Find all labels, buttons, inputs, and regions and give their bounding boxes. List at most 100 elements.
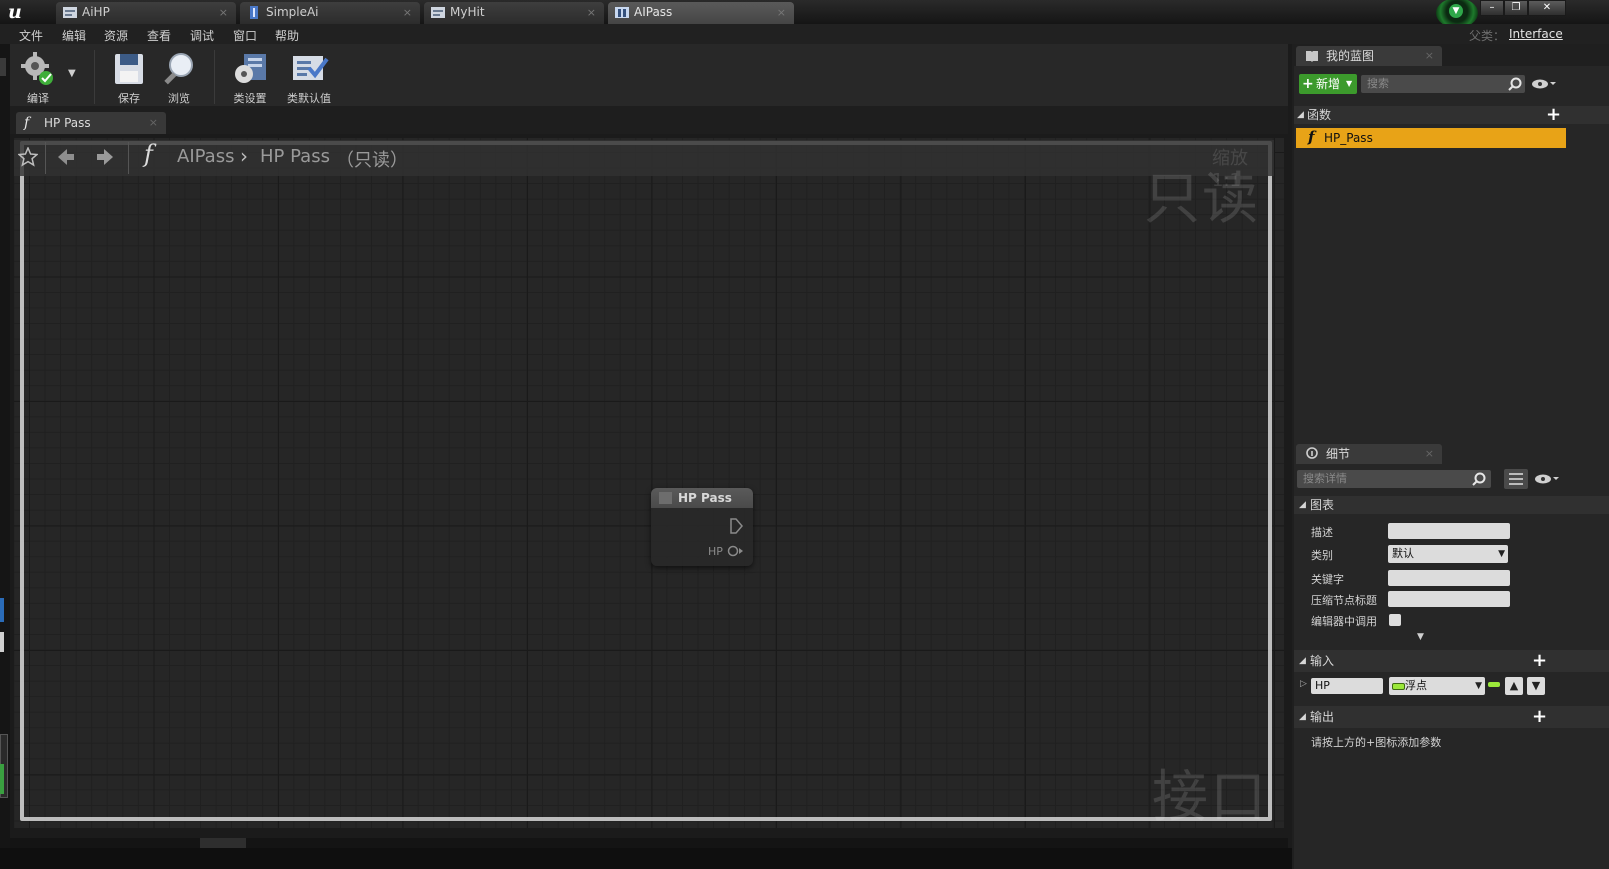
close-icon[interactable]: × <box>777 2 786 23</box>
close-icon[interactable]: × <box>587 2 596 23</box>
add-function-button[interactable]: + <box>1546 106 1561 124</box>
readonly-watermark: 只读 <box>1144 167 1260 232</box>
save-button[interactable]: 保存 <box>108 50 150 106</box>
graph-breadcrumb-bar: f AIPass › HP Pass （只读） 缩放1:1 <box>14 140 1274 191</box>
chevron-down-icon: ▼ <box>1449 4 1463 18</box>
search-icon <box>1472 472 1486 486</box>
scrollbar-thumb[interactable] <box>200 838 246 848</box>
graph-tab-hp-pass[interactable]: f HP Pass × <box>16 112 166 134</box>
description-label: 描述 <box>1311 526 1333 539</box>
graph-horizontal-scrollbar[interactable] <box>10 838 1288 848</box>
doc-tab-myhit[interactable]: MyHit × <box>424 2 604 24</box>
compile-gear-icon <box>21 52 53 85</box>
inputs-section-header[interactable]: ◢ 输入 + <box>1294 650 1609 672</box>
class-settings-icon <box>235 54 266 83</box>
class-defaults-button[interactable]: 类默认值 <box>282 50 336 106</box>
collapse-triangle-icon: ◢ <box>1297 110 1304 120</box>
menu-item-debug[interactable]: 调试 <box>190 27 214 44</box>
menu-item-view[interactable]: 查看 <box>147 27 171 44</box>
pass-by-value-icon <box>1488 682 1500 687</box>
doc-tab-simpleai[interactable]: SimpleAi × <box>240 2 420 24</box>
graph-type-watermark: 接口 <box>1152 765 1268 830</box>
forward-arrow-icon[interactable] <box>95 147 115 167</box>
description-field[interactable] <box>1388 523 1510 539</box>
input-type-dropdown[interactable]: 浮点 ▼ <box>1389 677 1485 695</box>
doc-tab-label: AiHP <box>82 5 110 19</box>
view-options-eye-icon[interactable] <box>1531 78 1557 90</box>
graph-tab-strip: f HP Pass × <box>10 106 1288 134</box>
menu-bar: 文件 编辑 资源 查看 调试 窗口 帮助 父类： Interface <box>0 24 1609 44</box>
interface-blueprint-icon <box>615 7 629 18</box>
details-search-input[interactable]: 搜索详情 <box>1297 470 1491 488</box>
function-list-item[interactable]: f HP_Pass <box>1296 128 1566 148</box>
toolbar-separator <box>94 50 95 104</box>
unreal-logo-icon[interactable]: u <box>8 1 34 23</box>
doc-tab-aipass[interactable]: AIPass × <box>608 2 794 24</box>
add-input-button[interactable]: + <box>1532 652 1547 670</box>
function-entry-node[interactable]: HP Pass HP <box>651 488 753 566</box>
menu-item-help[interactable]: 帮助 <box>275 27 299 44</box>
tab-details[interactable]: 细节 × <box>1296 444 1442 464</box>
add-new-button[interactable]: + 新增 ▼ <box>1299 74 1357 94</box>
class-settings-button[interactable]: 类设置 <box>226 50 274 106</box>
compact-title-field[interactable] <box>1388 591 1510 607</box>
chevron-down-icon: ▼ <box>1346 79 1353 88</box>
graph-section-label: 图表 <box>1310 498 1335 512</box>
graph-tab-label: HP Pass <box>44 116 91 130</box>
save-icon <box>115 54 143 84</box>
tab-my-blueprint[interactable]: 我的蓝图 × <box>1296 46 1442 66</box>
category-dropdown[interactable]: 默认 ▼ <box>1388 545 1508 563</box>
graph-section-header[interactable]: ◢ 图表 <box>1294 496 1609 514</box>
exec-pin-icon[interactable] <box>729 518 743 534</box>
document-tab-bar: u AiHP × SimpleAi × MyHit × AIPass × ▼ –… <box>0 0 1609 28</box>
property-matrix-button[interactable] <box>1504 469 1528 489</box>
close-icon[interactable]: × <box>1425 444 1434 464</box>
class-defaults-label: 类默认值 <box>287 92 331 105</box>
compile-button[interactable]: 编译 <box>16 50 60 106</box>
outputs-section-header[interactable]: ◢ 输出 + <box>1294 706 1609 728</box>
keywords-field[interactable] <box>1388 570 1510 586</box>
doc-tab-aihp[interactable]: AiHP × <box>56 2 236 24</box>
dock-handle[interactable] <box>0 58 6 76</box>
plus-icon: + <box>1302 76 1314 92</box>
keywords-label: 关键字 <box>1311 573 1344 586</box>
close-window-button[interactable]: ✕ <box>1528 0 1566 16</box>
breadcrumb-separator <box>45 142 46 174</box>
close-icon[interactable]: × <box>1425 46 1434 66</box>
close-icon[interactable]: × <box>219 2 228 23</box>
parent-class-link[interactable]: Interface <box>1509 27 1563 41</box>
move-up-button[interactable]: ▲ <box>1505 677 1523 695</box>
expand-advanced-icon[interactable]: ▼ <box>1417 632 1424 642</box>
close-icon[interactable]: × <box>149 112 158 134</box>
functions-section-header[interactable]: ◢ 函数 + <box>1294 106 1609 124</box>
menu-item-edit[interactable]: 编辑 <box>62 27 86 44</box>
expand-param-icon[interactable]: ▷ <box>1300 679 1307 689</box>
back-arrow-icon[interactable] <box>56 147 76 167</box>
functions-section-label: 函数 <box>1307 108 1332 122</box>
minimize-button[interactable]: – <box>1480 0 1504 16</box>
breadcrumb-root[interactable]: AIPass <box>177 146 234 167</box>
input-name-field[interactable]: HP <box>1311 678 1383 694</box>
book-icon <box>1306 51 1318 62</box>
browse-label: 浏览 <box>168 92 190 105</box>
close-icon[interactable]: × <box>403 2 412 23</box>
float-type-icon <box>1392 683 1405 690</box>
restore-button[interactable]: ❐ <box>1504 0 1528 16</box>
call-in-editor-checkbox[interactable] <box>1389 614 1401 626</box>
menu-item-asset[interactable]: 资源 <box>104 27 128 44</box>
browse-button[interactable]: 浏览 <box>158 50 200 106</box>
outputs-section-label: 输出 <box>1310 710 1335 724</box>
class-settings-label: 类设置 <box>233 92 267 105</box>
menu-item-file[interactable]: 文件 <box>19 27 43 44</box>
float-pin-icon[interactable] <box>727 545 745 557</box>
menu-item-window[interactable]: 窗口 <box>233 27 257 44</box>
star-icon[interactable] <box>18 147 38 167</box>
view-options-eye-icon[interactable] <box>1534 473 1560 485</box>
collapse-triangle-icon: ◢ <box>1299 712 1306 722</box>
compile-options-chevron-icon[interactable]: ▼ <box>68 68 76 79</box>
blueprint-search-input[interactable]: 搜索 <box>1361 75 1525 93</box>
move-down-button[interactable]: ▼ <box>1527 677 1545 695</box>
search-icon <box>1508 77 1522 91</box>
dock-indicator <box>0 764 4 794</box>
add-output-button[interactable]: + <box>1532 708 1547 726</box>
